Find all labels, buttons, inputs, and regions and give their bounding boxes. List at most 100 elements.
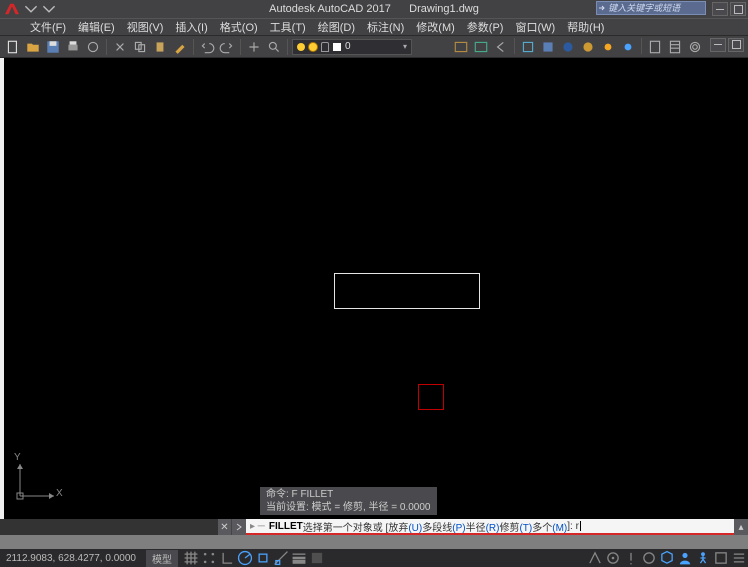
menu-format[interactable]: 格式(O): [220, 19, 258, 35]
command-line[interactable]: ✕ ▸ ─ FILLET 选择第一个对象或 [ 放弃(U) 多段线(P) 半径(…: [0, 519, 748, 535]
menu-parametric[interactable]: 参数(P): [467, 19, 504, 35]
menu-draw[interactable]: 绘图(D): [318, 19, 355, 35]
menu-view[interactable]: 视图(V): [127, 19, 164, 35]
window-controls: [712, 2, 746, 16]
customize-status-bar-button[interactable]: [730, 550, 748, 566]
drawing-area[interactable]: Y X 命令: F FILLET 当前设置: 模式 = 修剪, 半径 = 0.0…: [0, 58, 748, 519]
model-space-canvas[interactable]: Y X 命令: F FILLET 当前设置: 模式 = 修剪, 半径 = 0.0…: [4, 58, 748, 519]
model-space-button[interactable]: 模型: [146, 550, 178, 567]
prompt-option[interactable]: 多段线(P): [422, 519, 465, 534]
redo-button[interactable]: [218, 38, 236, 56]
menu-file[interactable]: 文件(F): [30, 19, 66, 35]
annotation-monitor-button[interactable]: [622, 550, 640, 566]
zoom-button[interactable]: [265, 38, 283, 56]
prompt-option[interactable]: 多个(M): [532, 519, 567, 534]
visual-style-button[interactable]: [579, 38, 597, 56]
person-icon[interactable]: [676, 550, 694, 566]
coordinates-display[interactable]: 2112.9083, 628.4277, 0.0000: [0, 553, 142, 564]
polar-toggle[interactable]: [236, 550, 254, 566]
drawn-rectangle[interactable]: [334, 273, 480, 309]
menu-tools[interactable]: 工具(T): [270, 19, 306, 35]
layer-name: 0: [345, 41, 399, 52]
copy-button[interactable]: [131, 38, 149, 56]
sun-button[interactable]: [599, 38, 617, 56]
layer-state-button[interactable]: [472, 38, 490, 56]
paste-button[interactable]: [151, 38, 169, 56]
annotation-scale-button[interactable]: [586, 550, 604, 566]
doc-minimize-button[interactable]: [710, 38, 726, 52]
command-line-grip[interactable]: [0, 519, 218, 535]
block-button[interactable]: [539, 38, 557, 56]
otrack-toggle[interactable]: [272, 550, 290, 566]
sun-icon: [309, 43, 317, 51]
prompt-option[interactable]: 半径(R): [466, 519, 500, 534]
lock-icon: [321, 42, 329, 52]
render-button[interactable]: [559, 38, 577, 56]
layer-previous-button[interactable]: [492, 38, 510, 56]
toolbar-separator: [240, 39, 241, 55]
status-bar-right: [586, 550, 748, 566]
layer-properties-button[interactable]: [452, 38, 470, 56]
isolate-objects-button[interactable]: [658, 550, 676, 566]
menu-insert[interactable]: 插入(I): [175, 19, 207, 35]
pan-button[interactable]: [245, 38, 263, 56]
hardware-acceleration-button[interactable]: [640, 550, 658, 566]
osnap-toggle[interactable]: [254, 550, 272, 566]
toolbar-separator: [641, 38, 642, 54]
command-line-close-icon[interactable]: ✕: [218, 519, 232, 535]
clean-screen-button[interactable]: [712, 550, 730, 566]
sheet-set-button[interactable]: [666, 38, 684, 56]
app-menu-dropdown-icon[interactable]: [24, 2, 38, 16]
xref-button[interactable]: [519, 38, 537, 56]
toolbar-separator: [106, 39, 107, 55]
open-button[interactable]: [24, 38, 42, 56]
command-line-customize-icon[interactable]: [232, 519, 246, 535]
layout-tab-strip[interactable]: [0, 535, 748, 549]
menu-edit[interactable]: 编辑(E): [78, 19, 115, 35]
save-button[interactable]: [44, 38, 62, 56]
title-bar: Autodesk AutoCAD 2017 Drawing1.dwg: [0, 0, 748, 18]
workspace-switching-button[interactable]: [604, 550, 622, 566]
match-properties-button[interactable]: [171, 38, 189, 56]
new-button[interactable]: [4, 38, 22, 56]
menu-window[interactable]: 窗口(W): [515, 19, 555, 35]
restore-button[interactable]: [730, 2, 746, 16]
app-name: Autodesk AutoCAD 2017: [269, 3, 391, 15]
prompt-option[interactable]: 修剪(T): [499, 519, 532, 534]
text-caret: [580, 521, 581, 531]
menu-bar: 文件(F) 编辑(E) 视图(V) 插入(I) 格式(O) 工具(T) 绘图(D…: [0, 18, 748, 36]
prompt-option[interactable]: 放弃(U): [388, 519, 422, 534]
command-prompt[interactable]: ▸ ─ FILLET 选择第一个对象或 [ 放弃(U) 多段线(P) 半径(R)…: [246, 519, 734, 535]
app-logo[interactable]: [0, 0, 24, 18]
active-command: FILLET: [269, 521, 303, 532]
help-search[interactable]: [596, 1, 706, 15]
toolbar-separator: [193, 39, 194, 55]
person-walk-icon[interactable]: [694, 550, 712, 566]
print-button[interactable]: [64, 38, 82, 56]
tool-palettes-button[interactable]: [686, 38, 704, 56]
menu-dimension[interactable]: 标注(N): [367, 19, 404, 35]
undo-button[interactable]: [198, 38, 216, 56]
menu-help[interactable]: 帮助(H): [567, 19, 604, 35]
cut-button[interactable]: [111, 38, 129, 56]
properties-button[interactable]: [646, 38, 664, 56]
standard-toolbar: 0 ▾: [0, 36, 748, 58]
help-search-input[interactable]: [606, 3, 705, 13]
lineweight-toggle[interactable]: [290, 550, 308, 566]
prompt-arrow-icon: ▸ ─: [250, 521, 265, 532]
snap-toggle[interactable]: [200, 550, 218, 566]
light-button[interactable]: [619, 38, 637, 56]
plot-preview-button[interactable]: [84, 38, 102, 56]
layer-dropdown[interactable]: 0 ▾: [292, 39, 412, 55]
command-line-history-icon[interactable]: ▴: [734, 519, 748, 535]
minimize-button[interactable]: [712, 2, 728, 16]
qat-dropdown-icon[interactable]: [42, 2, 56, 16]
history-line: 当前设置: 模式 = 修剪, 半径 = 0.0000: [266, 501, 431, 514]
transparency-toggle[interactable]: [308, 550, 326, 566]
toolbar-separator: [514, 38, 515, 54]
grid-toggle[interactable]: [182, 550, 200, 566]
document-name: Drawing1.dwg: [409, 3, 479, 15]
menu-modify[interactable]: 修改(M): [416, 19, 455, 35]
ortho-toggle[interactable]: [218, 550, 236, 566]
doc-restore-button[interactable]: [728, 38, 744, 52]
